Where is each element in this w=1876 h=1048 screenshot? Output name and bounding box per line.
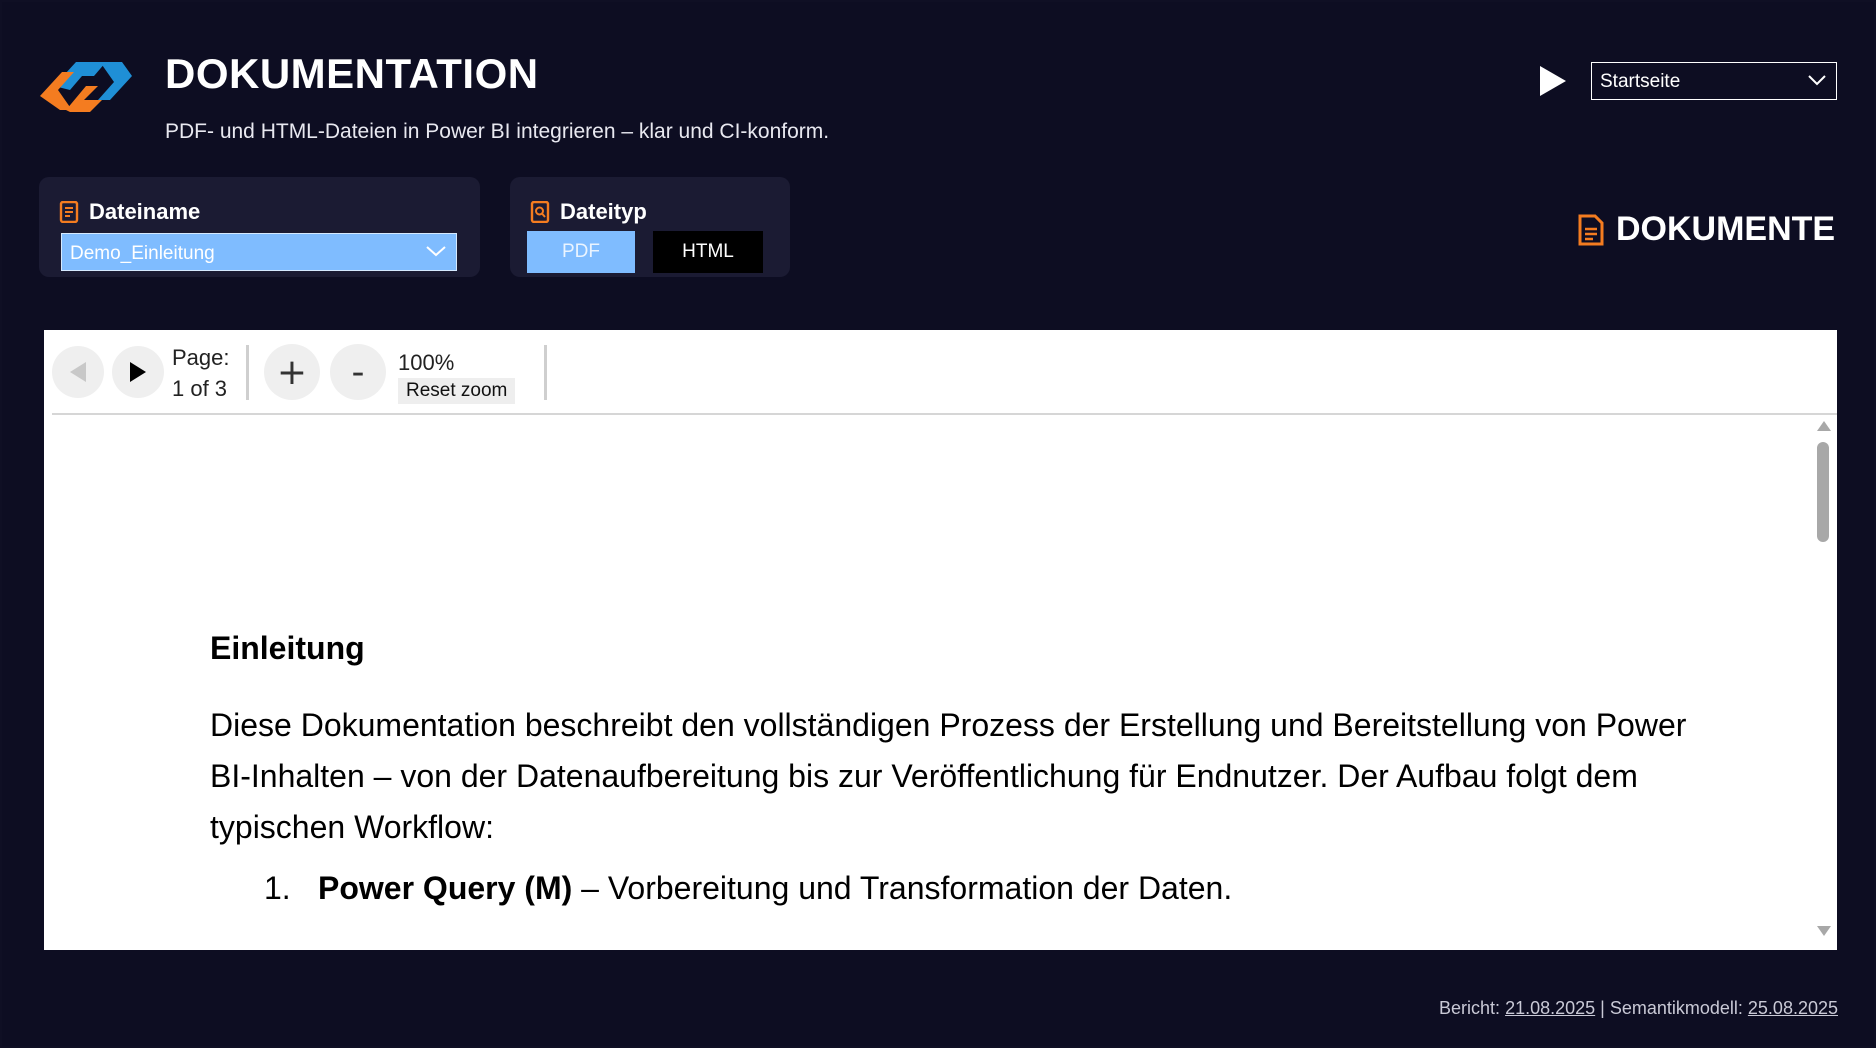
document-heading: Einleitung — [210, 630, 365, 666]
scrollbar-thumb[interactable] — [1817, 442, 1829, 542]
arrow-right-icon — [130, 362, 146, 382]
documents-heading-text: DOKUMENTE — [1616, 210, 1836, 248]
zoom-level: 100% — [398, 350, 455, 375]
arrow-left-icon — [70, 362, 86, 382]
filename-value: Demo_Einleitung — [70, 243, 215, 264]
footer-dates: Bericht: 21.08.2025 | Semantikmodell: 25… — [1439, 998, 1838, 1019]
scroll-up-arrow-icon[interactable] — [1817, 421, 1831, 431]
pdf-toolbar: Page: 1 of 3 + - 100% Reset zoom — [52, 330, 1837, 415]
pdf-viewer: Page: 1 of 3 + - 100% Reset zoom Einleit… — [44, 330, 1837, 950]
document-icon — [59, 201, 79, 223]
next-page-button[interactable] — [112, 346, 164, 398]
list-item: 1. Power Query (M) – Vorbereitung und Tra… — [264, 870, 1232, 907]
filename-filter-card: Dateiname Demo_Einleitung — [39, 177, 480, 277]
page-navigation-dropdown[interactable]: Startseite — [1591, 62, 1837, 100]
company-logo-icon — [40, 62, 132, 112]
file-search-icon — [530, 201, 550, 223]
previous-page-button[interactable] — [52, 346, 104, 398]
page-navigation-value: Startseite — [1600, 71, 1681, 92]
page-subtitle: PDF- und HTML-Dateien in Power BI integr… — [165, 120, 830, 143]
chevron-down-icon — [1808, 75, 1826, 86]
document-paragraph: Diese Dokumentation beschreibt den volls… — [210, 707, 1687, 845]
chevron-down-icon — [426, 246, 446, 257]
filename-label: Dateiname — [89, 199, 201, 224]
page-label: Page: — [172, 345, 230, 370]
document-icon — [1578, 214, 1604, 245]
report-date-link[interactable]: 21.08.2025 — [1505, 998, 1595, 1018]
filetype-filter-card: Dateityp PDF HTML — [510, 177, 790, 277]
toolbar-divider — [246, 345, 249, 400]
zoom-out-button[interactable]: - — [330, 344, 386, 400]
scroll-down-arrow-icon[interactable] — [1817, 926, 1831, 936]
list-item-bold: Power Query (M) — [318, 870, 573, 906]
model-date-link[interactable]: 25.08.2025 — [1748, 998, 1838, 1018]
toolbar-divider — [544, 345, 547, 400]
vertical-scrollbar[interactable] — [1809, 415, 1837, 950]
filetype-label: Dateityp — [560, 199, 647, 224]
filetype-html-button[interactable]: HTML — [653, 231, 763, 273]
footer-separator: | — [1595, 998, 1610, 1018]
pdf-page-content: Einleitung Diese Dokumentation beschreib… — [44, 415, 1804, 950]
page-indicator: 1 of 3 — [172, 376, 228, 401]
zoom-in-button[interactable]: + — [264, 344, 320, 400]
documents-heading: DOKUMENTE — [1578, 210, 1835, 249]
report-date-label: Bericht: — [1439, 998, 1506, 1018]
model-date-label: Semantikmodell: — [1609, 998, 1748, 1018]
list-item-number: 1. — [264, 870, 291, 906]
list-item-text: – Vorbereitung und Transformation der Da… — [572, 870, 1233, 906]
filename-dropdown[interactable]: Demo_Einleitung — [61, 233, 457, 271]
reset-zoom-button[interactable]: Reset zoom — [398, 378, 516, 404]
filetype-pdf-button[interactable]: PDF — [527, 231, 635, 273]
page-title: DOKUMENTATION — [165, 50, 539, 97]
play-icon[interactable] — [1536, 64, 1570, 98]
